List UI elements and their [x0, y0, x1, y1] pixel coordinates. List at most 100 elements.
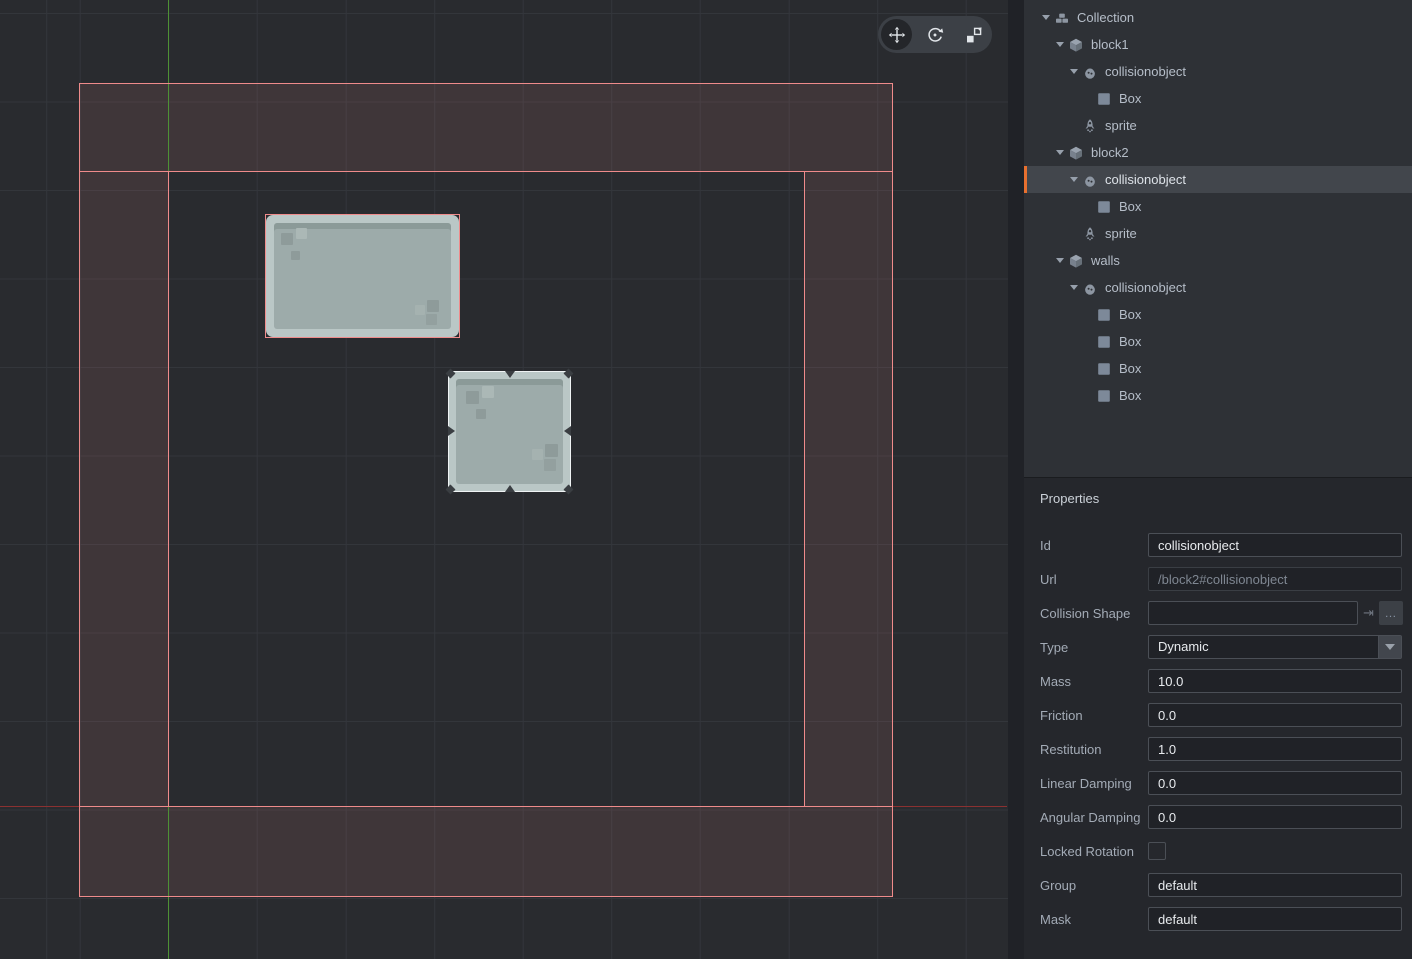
expand-arrow-icon[interactable]: [1052, 37, 1068, 53]
tile-pixel-detail: [415, 305, 425, 315]
outline-item-collection[interactable]: Collection: [1024, 4, 1412, 31]
tile-pixel-detail: [291, 251, 300, 260]
selection-handle-bottom[interactable]: [505, 485, 515, 492]
url-field: [1148, 567, 1402, 591]
scene-viewport[interactable]: [0, 0, 1008, 959]
expand-arrow-spacer: [1080, 361, 1096, 377]
tile-pixel-detail: [476, 409, 486, 419]
restitution-label: Restitution: [1040, 742, 1148, 757]
outline-item-sprite[interactable]: sprite: [1024, 220, 1412, 247]
outline-item-box[interactable]: Box: [1024, 301, 1412, 328]
outline-item-box[interactable]: Box: [1024, 355, 1412, 382]
friction-field[interactable]: [1148, 703, 1402, 727]
sprite-icon: [1082, 226, 1098, 242]
collision-shape-label: Collision Shape: [1040, 606, 1148, 621]
property-row-mask: Mask: [1040, 907, 1402, 931]
outline-item-box[interactable]: Box: [1024, 193, 1412, 220]
block1-tile: [266, 215, 459, 337]
manipulator-toolbar: [878, 16, 992, 53]
wall-box-left-outline[interactable]: [79, 171, 169, 807]
tile-pixel-detail: [532, 449, 543, 460]
outline-item-sprite[interactable]: sprite: [1024, 112, 1412, 139]
box-shape-icon: [1096, 361, 1112, 377]
collision-shape-field[interactable]: [1148, 601, 1358, 625]
block1-sprite[interactable]: [265, 214, 460, 338]
property-row-friction: Friction: [1040, 703, 1402, 727]
wall-box-right-outline[interactable]: [804, 171, 893, 807]
block2-sprite-selected[interactable]: [448, 371, 571, 492]
expand-arrow-icon[interactable]: [1066, 280, 1082, 296]
property-row-type: Type Dynamic: [1040, 635, 1402, 659]
restitution-field[interactable]: [1148, 737, 1402, 761]
box-shape-icon: [1096, 91, 1112, 107]
locked-rotation-checkbox[interactable]: [1148, 842, 1166, 860]
mass-field[interactable]: [1148, 669, 1402, 693]
mask-field[interactable]: [1148, 907, 1402, 931]
selection-handle-right[interactable]: [564, 426, 571, 436]
rotate-tool-button[interactable]: [920, 19, 951, 50]
box-shape-icon: [1096, 388, 1112, 404]
scale-tool-button[interactable]: [958, 19, 989, 50]
expand-arrow-icon[interactable]: [1038, 10, 1054, 26]
move-tool-button[interactable]: [881, 19, 912, 50]
outline-item-block1[interactable]: block1: [1024, 31, 1412, 58]
outline-item-collisionobject-selected[interactable]: collisionobject: [1024, 166, 1412, 193]
outline-item-collisionobject[interactable]: collisionobject: [1024, 274, 1412, 301]
type-select[interactable]: Dynamic: [1148, 635, 1402, 659]
tile-pixel-detail: [545, 444, 558, 457]
browse-resource-button[interactable]: …: [1379, 601, 1403, 625]
tile-pixel-detail: [281, 233, 293, 245]
game-object-icon: [1068, 145, 1084, 161]
friction-label: Friction: [1040, 708, 1148, 723]
expand-arrow-icon[interactable]: [1052, 145, 1068, 161]
expand-arrow-spacer: [1080, 91, 1096, 107]
right-pane: Collection block1 collisionobject Box sp: [1024, 0, 1412, 959]
collision-object-icon: [1082, 280, 1098, 296]
properties-title: Properties: [1024, 478, 1412, 506]
expand-arrow-icon[interactable]: [1066, 172, 1082, 188]
collision-object-icon: [1082, 64, 1098, 80]
linear-damping-field[interactable]: [1148, 771, 1402, 795]
chevron-down-icon[interactable]: [1378, 636, 1401, 658]
block1-tile-inner: [274, 223, 451, 329]
tile-pixel-detail: [426, 314, 437, 325]
rotate-icon: [926, 26, 944, 44]
selection-handle-left[interactable]: [448, 426, 455, 436]
property-row-linear-damping: Linear Damping: [1040, 771, 1402, 795]
expand-arrow-icon[interactable]: [1052, 253, 1068, 269]
collision-object-icon: [1082, 172, 1098, 188]
mass-label: Mass: [1040, 674, 1148, 689]
wall-box-top-outline[interactable]: [79, 83, 893, 172]
property-row-id: Id: [1040, 533, 1402, 557]
game-object-icon: [1068, 253, 1084, 269]
open-resource-icon[interactable]: ⇥: [1358, 605, 1379, 621]
selection-handle-top[interactable]: [505, 371, 515, 378]
mask-label: Mask: [1040, 912, 1148, 927]
outline-item-box[interactable]: Box: [1024, 328, 1412, 355]
property-row-mass: Mass: [1040, 669, 1402, 693]
sprite-icon: [1082, 118, 1098, 134]
box-shape-icon: [1096, 334, 1112, 350]
block2-tile-inner: [456, 379, 563, 484]
tile-pixel-detail: [466, 391, 479, 404]
block2-tile: [449, 372, 570, 491]
wall-box-bottom-outline[interactable]: [79, 806, 893, 897]
expand-arrow-spacer: [1066, 226, 1082, 242]
expand-arrow-icon[interactable]: [1066, 64, 1082, 80]
expand-arrow-spacer: [1080, 199, 1096, 215]
outline-item-collisionobject[interactable]: collisionobject: [1024, 58, 1412, 85]
selection-handle-bottom-right[interactable]: [564, 485, 574, 495]
outline-item-block2[interactable]: block2: [1024, 139, 1412, 166]
angular-damping-field[interactable]: [1148, 805, 1402, 829]
id-label: Id: [1040, 538, 1148, 553]
collection-icon: [1054, 10, 1070, 26]
outline-item-walls[interactable]: walls: [1024, 247, 1412, 274]
outline-item-box[interactable]: Box: [1024, 382, 1412, 409]
panel-splitter[interactable]: [1008, 0, 1024, 959]
id-field[interactable]: [1148, 533, 1402, 557]
outline-item-box[interactable]: Box: [1024, 85, 1412, 112]
type-label: Type: [1040, 640, 1148, 655]
tile-pixel-detail: [427, 300, 439, 312]
group-field[interactable]: [1148, 873, 1402, 897]
group-label: Group: [1040, 878, 1148, 893]
